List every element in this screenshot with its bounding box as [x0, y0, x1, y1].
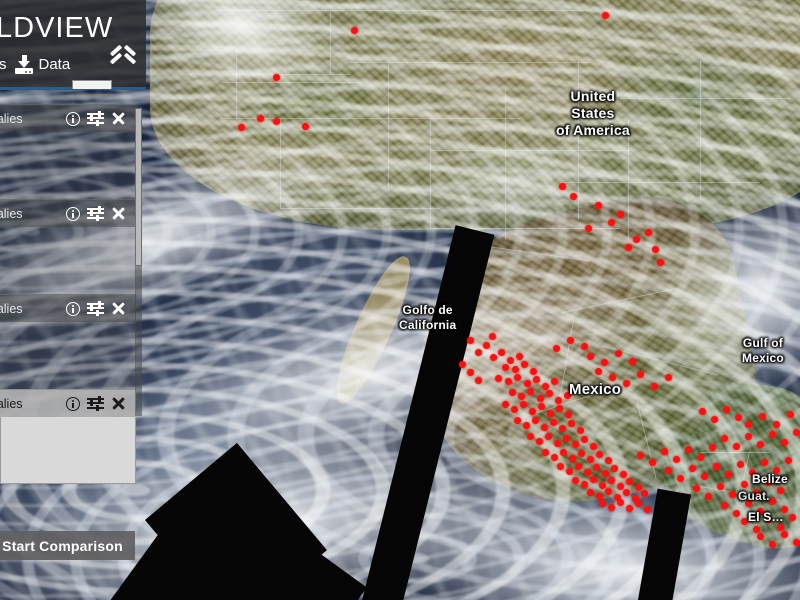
nav-data[interactable]: Data — [14, 54, 71, 74]
info-icon[interactable] — [66, 206, 80, 221]
nav-events-label: …s — [0, 55, 7, 73]
layer-card[interactable]: …nomalies — [0, 104, 136, 199]
layer-card[interactable]: …nomalies — [0, 199, 136, 294]
nav-events[interactable]: …s — [0, 56, 7, 73]
layer-actions — [66, 395, 136, 411]
close-icon[interactable] — [111, 396, 126, 411]
layer-header[interactable]: …nomalies — [0, 199, 136, 227]
layer-title: …nomalies — [0, 206, 23, 221]
layer-header[interactable]: …nomalies — [0, 389, 136, 417]
layer-card[interactable]: …nomalies — [0, 294, 136, 389]
close-icon[interactable] — [111, 206, 126, 221]
header-tab-handle[interactable] — [72, 80, 112, 89]
layers-panel[interactable]: …nomalies …nomalies …nomalies …nomalies — [0, 104, 143, 520]
start-comparison-label: Start Comparison — [2, 537, 123, 554]
start-comparison-button[interactable]: Start Comparison — [0, 531, 135, 560]
double-chevron-up-icon[interactable] — [108, 51, 138, 77]
layer-list: …nomalies …nomalies …nomalies …nomalies — [0, 104, 143, 484]
layer-actions — [66, 205, 136, 221]
nav-data-label: Data — [38, 55, 71, 73]
close-icon[interactable] — [111, 111, 126, 126]
worldview-app: United States of America Golfo de Californi… — [0, 0, 800, 600]
layer-title: …nomalies — [0, 111, 23, 126]
layers-panel-scrollbar[interactable] — [135, 106, 142, 416]
settings-sliders-icon[interactable] — [87, 395, 104, 411]
layer-actions — [66, 110, 136, 126]
layer-title: …nomalies — [0, 396, 23, 411]
app-header: …LDVIEW …s Data — [0, 0, 146, 90]
info-icon[interactable] — [66, 301, 80, 316]
download-icon — [14, 54, 34, 74]
settings-sliders-icon[interactable] — [87, 205, 104, 221]
header-nav: …s Data — [0, 47, 146, 81]
layer-body — [0, 322, 136, 389]
layer-card[interactable]: …nomalies — [0, 389, 136, 484]
app-brand-title: …LDVIEW — [0, 12, 114, 44]
layers-panel-scrollbar-thumb[interactable] — [135, 108, 142, 266]
layer-body — [0, 417, 136, 484]
info-icon[interactable] — [66, 396, 80, 411]
layer-body — [0, 227, 136, 294]
layer-title: …nomalies — [0, 301, 23, 316]
layer-header[interactable]: …nomalies — [0, 294, 136, 322]
close-icon[interactable] — [111, 301, 126, 316]
layer-actions — [66, 300, 136, 316]
layer-body — [0, 132, 136, 199]
settings-sliders-icon[interactable] — [87, 110, 104, 126]
layer-header[interactable]: …nomalies — [0, 104, 136, 132]
info-icon[interactable] — [66, 111, 80, 126]
settings-sliders-icon[interactable] — [87, 300, 104, 316]
